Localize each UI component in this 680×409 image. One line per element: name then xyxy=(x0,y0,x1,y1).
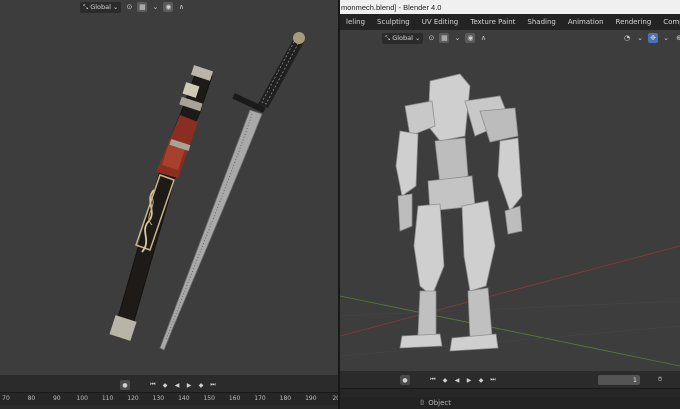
record-icon[interactable]: ● xyxy=(400,375,410,385)
scabbard xyxy=(109,65,214,341)
jump-end-icon[interactable]: ⏭ xyxy=(208,380,218,390)
katana xyxy=(159,32,305,351)
proportional-edit-icon[interactable]: ◉ xyxy=(465,33,476,43)
frame-tick-label: 70 xyxy=(2,395,10,402)
playback-controls: ● ⏮ ◆ ◀ ▶ ◆ ⏭ xyxy=(0,378,338,392)
chevron-down-icon: ⌄ xyxy=(414,34,421,42)
workspace-tab[interactable]: Compositin xyxy=(657,14,680,30)
frame-ruler[interactable]: 70809010011012013014015016017018019020 xyxy=(0,392,338,405)
prev-keyframe-icon[interactable]: ◆ xyxy=(440,375,450,385)
snap-chevron-icon[interactable]: ⌄ xyxy=(452,33,462,43)
next-keyframe-icon[interactable]: ◆ xyxy=(196,380,206,390)
frame-tick-label: 180 xyxy=(279,395,292,402)
viewport-header: ⤡ Global ⌄ ⊙ ▦ ⌄ ◉ ∧ xyxy=(382,31,488,45)
play-reverse-icon[interactable]: ◀ xyxy=(172,380,182,390)
frame-tick-label: 90 xyxy=(52,395,61,402)
jump-start-icon[interactable]: ⏮ xyxy=(148,380,158,390)
overlay-icon[interactable]: ⊕ xyxy=(674,33,680,43)
jump-start-icon[interactable]: ⏮ xyxy=(428,375,438,385)
frame-tick-label: 190 xyxy=(305,395,317,402)
frame-tick-label: 120 xyxy=(127,395,139,402)
pivot-icon[interactable]: ⊙ xyxy=(426,33,436,43)
workspace-tab[interactable]: Animation xyxy=(562,14,610,30)
gizmo-icon[interactable]: ✥ xyxy=(648,33,658,43)
current-frame-field[interactable]: 1 xyxy=(598,375,640,385)
timeline-area: ● ⏮ ◆ ◀ ▶ ◆ ⏭ 1 ⏱ xyxy=(340,371,680,398)
frame-tick-label: 160 xyxy=(228,395,241,402)
frame-tick-label: 110 xyxy=(101,395,114,402)
x-axis-line xyxy=(340,245,680,337)
workspace-tabs: leling Sculpting UV Editing Texture Paint Sh… xyxy=(340,14,680,30)
y-axis-line xyxy=(340,295,680,367)
frame-tick-label: 170 xyxy=(254,395,266,402)
workspace-tab[interactable]: leling xyxy=(340,14,371,30)
play-reverse-icon[interactable]: ◀ xyxy=(452,375,462,385)
view-object-types-icon[interactable]: ◔ xyxy=(622,33,632,43)
workspace-tab[interactable]: Shading xyxy=(521,14,561,30)
frame-tick-label: 130 xyxy=(152,395,165,402)
chevron-down-icon[interactable]: ⌄ xyxy=(635,33,645,43)
left-3d-viewport[interactable]: ⤡ Global ⌄ ⊙ ▦ ⌄ ◉ ∧ ● ⏮ ◆ ◀ ▶ ◆ ⏭ 70 80… xyxy=(0,0,338,409)
viewport-header-right: ◔ ⌄ ✥ ⌄ ⊕ xyxy=(622,31,680,45)
next-keyframe-icon[interactable]: ◆ xyxy=(476,375,486,385)
frame-tick-label: 80 xyxy=(27,395,36,402)
workspace-tab[interactable]: Rendering xyxy=(610,14,658,30)
snap-icon[interactable]: ▦ xyxy=(439,33,450,43)
frame-tick-label: 140 xyxy=(178,395,190,402)
falloff-icon[interactable]: ∧ xyxy=(478,33,488,43)
window-title: monmech.blend] - Blender 4.0 xyxy=(340,0,680,14)
clock-icon[interactable]: ⏱ xyxy=(655,375,665,385)
status-mode-label: Object xyxy=(428,399,452,407)
record-icon[interactable]: ● xyxy=(120,380,130,390)
workspace-tab[interactable]: Sculpting xyxy=(371,14,416,30)
mouse-icon: ⌷ xyxy=(420,398,425,407)
status-bar: ⌷ Object xyxy=(340,397,680,409)
right-blender-window: monmech.blend] - Blender 4.0 leling Sculp… xyxy=(340,0,680,409)
mech-robot xyxy=(395,73,523,352)
katana-scene xyxy=(109,32,305,351)
jump-end-icon[interactable]: ⏭ xyxy=(488,375,498,385)
workspace-tab[interactable]: UV Editing xyxy=(416,14,465,30)
frame-tick-label: 150 xyxy=(203,395,215,402)
transform-orientation-dropdown[interactable]: ⤡ Global ⌄ xyxy=(382,32,424,44)
timeline-area: ● ⏮ ◆ ◀ ▶ ◆ ⏭ 70 80 90 100 110 120 130 140 150 16… xyxy=(0,375,338,409)
frame-tick-label: 100 xyxy=(76,395,88,402)
chevron-down-icon[interactable]: ⌄ xyxy=(661,33,671,43)
prev-keyframe-icon[interactable]: ◆ xyxy=(160,380,170,390)
play-icon[interactable]: ▶ xyxy=(464,375,474,385)
play-icon[interactable]: ▶ xyxy=(184,380,194,390)
mech-scene xyxy=(340,73,680,367)
workspace-tab[interactable]: Texture Paint xyxy=(464,14,521,30)
transform-orientation-icon: ⤡ xyxy=(385,33,391,42)
